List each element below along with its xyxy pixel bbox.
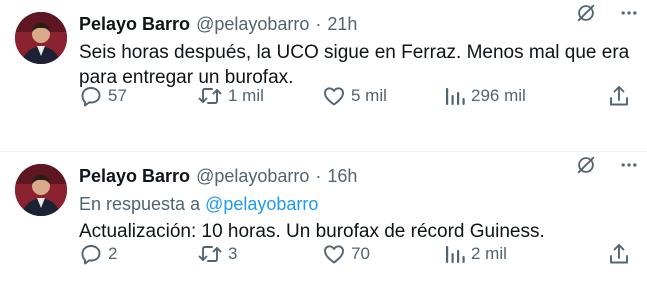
- timestamp[interactable]: 21h: [327, 14, 357, 35]
- reply-button[interactable]: 2: [79, 242, 117, 266]
- like-count: 5 mil: [351, 86, 387, 105]
- reply-count: 57: [108, 86, 127, 105]
- like-button[interactable]: 5 mil: [322, 84, 387, 108]
- share-icon: [610, 244, 628, 264]
- views-button[interactable]: 296 mil: [444, 84, 526, 108]
- share-button[interactable]: [608, 242, 630, 266]
- reply-context: En respuesta a @pelayobarro: [79, 194, 637, 215]
- tweet[interactable]: Pelayo Barro @pelayobarro · 16h En respu…: [0, 152, 647, 304]
- like-icon: [324, 245, 344, 264]
- more-icon[interactable]: [619, 3, 639, 23]
- author-name[interactable]: Pelayo Barro: [79, 14, 190, 35]
- reply-count: 2: [108, 244, 118, 263]
- more-icon[interactable]: [619, 155, 639, 175]
- tweet-text: Seis horas después, la UCO sigue en Ferr…: [79, 42, 630, 88]
- tweet-text: Actualización: 10 horas. Un burofax de r…: [79, 221, 545, 242]
- repost-count: 1 mil: [228, 86, 264, 105]
- separator-dot: ·: [315, 165, 322, 186]
- share-icon: [610, 86, 628, 106]
- tweet-header: Pelayo Barro @pelayobarro · 21h: [79, 12, 637, 36]
- views-count: 296 mil: [471, 86, 526, 105]
- reply-icon: [81, 87, 101, 107]
- reply-button[interactable]: 57: [79, 84, 127, 108]
- views-icon: [446, 246, 465, 263]
- avatar[interactable]: [15, 164, 67, 216]
- author-handle[interactable]: @pelayobarro: [196, 14, 309, 35]
- like-button[interactable]: 70: [322, 242, 370, 266]
- tweet[interactable]: Pelayo Barro @pelayobarro · 21h Seis hor…: [0, 0, 647, 152]
- grok-icon[interactable]: [575, 2, 597, 24]
- timestamp[interactable]: 16h: [327, 166, 357, 187]
- views-button[interactable]: 2 mil: [444, 242, 507, 266]
- avatar[interactable]: [15, 12, 67, 64]
- repost-count: 3: [228, 244, 238, 263]
- tweet-header: Pelayo Barro @pelayobarro · 16h: [79, 164, 637, 188]
- repost-icon: [198, 88, 222, 104]
- repost-button[interactable]: 1 mil: [197, 84, 264, 108]
- repost-button[interactable]: 3: [197, 242, 237, 266]
- reply-icon: [81, 245, 101, 265]
- author-handle[interactable]: @pelayobarro: [196, 166, 309, 187]
- author-name[interactable]: Pelayo Barro: [79, 166, 190, 187]
- grok-icon[interactable]: [575, 154, 597, 176]
- share-button[interactable]: [608, 84, 630, 108]
- like-count: 70: [351, 244, 370, 263]
- reply-to-prefix: En respuesta a: [79, 194, 201, 214]
- views-icon: [446, 88, 465, 105]
- repost-icon: [198, 246, 222, 262]
- reply-to-handle[interactable]: @pelayobarro: [205, 194, 318, 214]
- separator-dot: ·: [315, 13, 322, 34]
- like-icon: [324, 87, 344, 106]
- views-count: 2 mil: [471, 244, 507, 263]
